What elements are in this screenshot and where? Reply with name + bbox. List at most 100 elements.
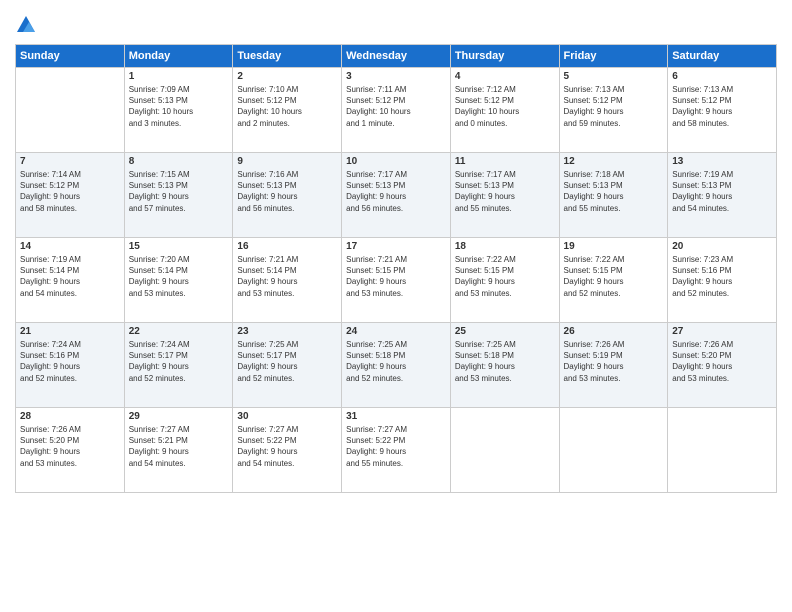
day-number: 6 [672, 71, 772, 82]
day-info: Sunrise: 7:27 AMSunset: 5:22 PMDaylight:… [346, 424, 446, 469]
calendar-cell: 15 Sunrise: 7:20 AMSunset: 5:14 PMDayligh… [124, 238, 233, 323]
calendar-week-row: 7 Sunrise: 7:14 AMSunset: 5:12 PMDaylight… [16, 153, 777, 238]
day-number: 19 [564, 241, 664, 252]
calendar-cell: 11 Sunrise: 7:17 AMSunset: 5:13 PMDayligh… [450, 153, 559, 238]
calendar-cell: 9 Sunrise: 7:16 AMSunset: 5:13 PMDaylight… [233, 153, 342, 238]
day-number: 24 [346, 326, 446, 337]
day-info: Sunrise: 7:23 AMSunset: 5:16 PMDaylight:… [672, 254, 772, 299]
day-info: Sunrise: 7:21 AMSunset: 5:14 PMDaylight:… [237, 254, 337, 299]
calendar-cell [450, 408, 559, 493]
calendar-cell: 6Sunrise: 7:13 AMSunset: 5:12 PMDaylight… [668, 68, 777, 153]
day-info: Sunrise: 7:19 AMSunset: 5:13 PMDaylight:… [672, 169, 772, 214]
day-info: Sunrise: 7:17 AMSunset: 5:13 PMDaylight:… [346, 169, 446, 214]
calendar-cell: 20 Sunrise: 7:23 AMSunset: 5:16 PMDayligh… [668, 238, 777, 323]
day-number: 15 [129, 241, 229, 252]
day-info: Sunrise: 7:14 AMSunset: 5:12 PMDaylight:… [20, 169, 120, 214]
header [15, 10, 777, 36]
logo-icon [15, 14, 37, 36]
day-info: Sunrise: 7:19 AMSunset: 5:14 PMDaylight:… [20, 254, 120, 299]
calendar-cell: 12Sunrise: 7:18 AMSunset: 5:13 PMDayligh… [559, 153, 668, 238]
day-number: 30 [237, 411, 337, 422]
day-of-week-header: Friday [559, 45, 668, 68]
day-info: Sunrise: 7:10 AMSunset: 5:12 PMDaylight:… [237, 84, 337, 129]
day-of-week-header: Thursday [450, 45, 559, 68]
calendar-cell: 4 Sunrise: 7:12 AMSunset: 5:12 PMDaylight… [450, 68, 559, 153]
day-info: Sunrise: 7:26 AMSunset: 5:20 PMDaylight:… [20, 424, 120, 469]
calendar-cell: 1 Sunrise: 7:09 AMSunset: 5:13 PMDaylight… [124, 68, 233, 153]
day-info: Sunrise: 7:16 AMSunset: 5:13 PMDaylight:… [237, 169, 337, 214]
calendar-cell: 17Sunrise: 7:21 AMSunset: 5:15 PMDayligh… [342, 238, 451, 323]
calendar-cell: 8 Sunrise: 7:15 AMSunset: 5:13 PMDaylight… [124, 153, 233, 238]
day-info: Sunrise: 7:26 AMSunset: 5:20 PMDaylight:… [672, 339, 772, 384]
calendar-cell: 16 Sunrise: 7:21 AMSunset: 5:14 PMDayligh… [233, 238, 342, 323]
calendar-cell: 31 Sunrise: 7:27 AMSunset: 5:22 PMDayligh… [342, 408, 451, 493]
calendar-week-row: 14 Sunrise: 7:19 AMSunset: 5:14 PMDayligh… [16, 238, 777, 323]
day-number: 3 [346, 71, 446, 82]
day-number: 14 [20, 241, 120, 252]
day-info: Sunrise: 7:24 AMSunset: 5:16 PMDaylight:… [20, 339, 120, 384]
day-of-week-header: Monday [124, 45, 233, 68]
day-number: 12 [564, 156, 664, 167]
calendar-cell [16, 68, 125, 153]
calendar-table: SundayMondayTuesdayWednesdayThursdayFrid… [15, 44, 777, 493]
day-number: 26 [564, 326, 664, 337]
day-info: Sunrise: 7:26 AMSunset: 5:19 PMDaylight:… [564, 339, 664, 384]
calendar-cell: 14 Sunrise: 7:19 AMSunset: 5:14 PMDayligh… [16, 238, 125, 323]
calendar-cell: 21Sunrise: 7:24 AMSunset: 5:16 PMDayligh… [16, 323, 125, 408]
calendar-cell: 7 Sunrise: 7:14 AMSunset: 5:12 PMDaylight… [16, 153, 125, 238]
calendar-week-row: 28 Sunrise: 7:26 AMSunset: 5:20 PMDayligh… [16, 408, 777, 493]
day-of-week-header: Tuesday [233, 45, 342, 68]
calendar-cell: 23Sunrise: 7:25 AMSunset: 5:17 PMDayligh… [233, 323, 342, 408]
page: SundayMondayTuesdayWednesdayThursdayFrid… [0, 0, 792, 612]
day-number: 16 [237, 241, 337, 252]
day-number: 10 [346, 156, 446, 167]
day-of-week-header: Sunday [16, 45, 125, 68]
calendar-cell: 19Sunrise: 7:22 AMSunset: 5:15 PMDayligh… [559, 238, 668, 323]
day-info: Sunrise: 7:15 AMSunset: 5:13 PMDaylight:… [129, 169, 229, 214]
day-number: 20 [672, 241, 772, 252]
day-info: Sunrise: 7:12 AMSunset: 5:12 PMDaylight:… [455, 84, 555, 129]
calendar-cell: 3Sunrise: 7:11 AMSunset: 5:12 PMDaylight… [342, 68, 451, 153]
day-number: 1 [129, 71, 229, 82]
day-info: Sunrise: 7:09 AMSunset: 5:13 PMDaylight:… [129, 84, 229, 129]
calendar-cell: 18 Sunrise: 7:22 AMSunset: 5:15 PMDayligh… [450, 238, 559, 323]
calendar-cell: 30Sunrise: 7:27 AMSunset: 5:22 PMDayligh… [233, 408, 342, 493]
day-info: Sunrise: 7:13 AMSunset: 5:12 PMDaylight:… [564, 84, 664, 129]
day-number: 25 [455, 326, 555, 337]
day-info: Sunrise: 7:27 AMSunset: 5:21 PMDaylight:… [129, 424, 229, 469]
day-number: 8 [129, 156, 229, 167]
calendar-cell: 27 Sunrise: 7:26 AMSunset: 5:20 PMDayligh… [668, 323, 777, 408]
day-number: 29 [129, 411, 229, 422]
calendar-week-row: 21Sunrise: 7:24 AMSunset: 5:16 PMDayligh… [16, 323, 777, 408]
calendar-cell: 29 Sunrise: 7:27 AMSunset: 5:21 PMDayligh… [124, 408, 233, 493]
calendar-cell: 24Sunrise: 7:25 AMSunset: 5:18 PMDayligh… [342, 323, 451, 408]
day-info: Sunrise: 7:22 AMSunset: 5:15 PMDaylight:… [455, 254, 555, 299]
day-number: 18 [455, 241, 555, 252]
day-info: Sunrise: 7:24 AMSunset: 5:17 PMDaylight:… [129, 339, 229, 384]
day-number: 23 [237, 326, 337, 337]
day-number: 7 [20, 156, 120, 167]
calendar-header-row: SundayMondayTuesdayWednesdayThursdayFrid… [16, 45, 777, 68]
day-of-week-header: Wednesday [342, 45, 451, 68]
calendar-week-row: 1 Sunrise: 7:09 AMSunset: 5:13 PMDaylight… [16, 68, 777, 153]
calendar-cell [668, 408, 777, 493]
day-number: 9 [237, 156, 337, 167]
calendar-cell: 25 Sunrise: 7:25 AMSunset: 5:18 PMDayligh… [450, 323, 559, 408]
day-number: 4 [455, 71, 555, 82]
day-number: 2 [237, 71, 337, 82]
day-info: Sunrise: 7:25 AMSunset: 5:18 PMDaylight:… [455, 339, 555, 384]
day-of-week-header: Saturday [668, 45, 777, 68]
calendar-cell: 28 Sunrise: 7:26 AMSunset: 5:20 PMDayligh… [16, 408, 125, 493]
day-number: 28 [20, 411, 120, 422]
day-number: 11 [455, 156, 555, 167]
day-number: 5 [564, 71, 664, 82]
day-number: 27 [672, 326, 772, 337]
day-number: 22 [129, 326, 229, 337]
calendar-cell: 13Sunrise: 7:19 AMSunset: 5:13 PMDayligh… [668, 153, 777, 238]
day-number: 31 [346, 411, 446, 422]
day-info: Sunrise: 7:17 AMSunset: 5:13 PMDaylight:… [455, 169, 555, 214]
day-info: Sunrise: 7:20 AMSunset: 5:14 PMDaylight:… [129, 254, 229, 299]
calendar-cell: 5 Sunrise: 7:13 AMSunset: 5:12 PMDaylight… [559, 68, 668, 153]
calendar-cell: 22 Sunrise: 7:24 AMSunset: 5:17 PMDayligh… [124, 323, 233, 408]
day-info: Sunrise: 7:21 AMSunset: 5:15 PMDaylight:… [346, 254, 446, 299]
